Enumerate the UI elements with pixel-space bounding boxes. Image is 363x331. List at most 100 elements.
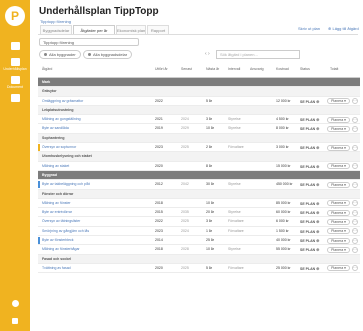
next-cell: 30 år xyxy=(206,182,214,187)
tab-report[interactable]: Rapport xyxy=(147,25,169,34)
plan-dropdown-button[interactable]: Planera ▾ xyxy=(327,209,350,216)
more-options-icon[interactable]: ⋯ xyxy=(352,237,358,244)
nav-item-logout[interactable] xyxy=(0,318,30,325)
column-header[interactable]: Totalt xyxy=(330,67,338,71)
table-row[interactable]: Omläggning av gräsmattor 2022 5 år 12 000 k… xyxy=(38,97,360,106)
year-cell: 2021 xyxy=(155,117,163,122)
table-row[interactable]: Översyn av soptunnor 2023 2025 2 år Förvalta… xyxy=(38,143,360,153)
nav-item-reports[interactable] xyxy=(0,94,30,103)
table-row[interactable]: Byte av sandlåda 2019 2029 10 år Styrelse 8 0… xyxy=(38,124,360,134)
plan-dropdown-button[interactable]: Planera ▾ xyxy=(327,237,350,244)
table-header: Åtgärd Utfört år Senast Nästa år Interva… xyxy=(38,63,360,78)
plan-dropdown-button[interactable]: Planera ▾ xyxy=(327,125,350,132)
filter-label: Alla byggnadsdelar xyxy=(93,52,128,57)
status-text: SE PLAN xyxy=(300,164,316,169)
column-header[interactable]: Intervall xyxy=(228,67,240,71)
status-icon: ⊕ xyxy=(316,219,320,225)
more-options-icon[interactable]: ⋯ xyxy=(352,98,358,105)
app-logo[interactable]: P xyxy=(5,6,25,26)
column-header[interactable]: Status xyxy=(300,67,310,71)
status-icon: ⊕ xyxy=(316,210,320,216)
nav-item-documents[interactable]: Dokument xyxy=(0,76,30,89)
action-name[interactable]: Tvättning av fasad xyxy=(42,264,71,273)
more-options-icon[interactable]: ⋯ xyxy=(352,181,358,188)
table-row[interactable]: Målning av fönsterbågar 2018 2028 10 år Styr… xyxy=(38,245,360,255)
add-action-link[interactable]: ⊕ Lägg till åtgärd xyxy=(328,26,359,31)
more-options-icon[interactable]: ⋯ xyxy=(352,116,358,123)
interval-cell: 2028 xyxy=(181,247,189,252)
plan-dropdown-button[interactable]: Planera ▾ xyxy=(327,163,350,170)
table-row[interactable]: Byte av entrédörrar 2015 2035 20 år Styrelse… xyxy=(38,208,360,218)
filter-building-parts[interactable]: Alla byggnadsdelar xyxy=(83,50,133,59)
more-options-icon[interactable]: ⋯ xyxy=(352,144,358,151)
table-row[interactable]: Översyn av tätningslister 2022 2025 3 år För… xyxy=(38,217,360,227)
plan-dropdown-button[interactable]: Planera ▾ xyxy=(327,246,350,253)
plan-dropdown-button[interactable]: Planera ▾ xyxy=(327,116,350,123)
tab-actions-per-year[interactable]: Åtgärder per år xyxy=(73,25,115,34)
interval-cell: 2035 xyxy=(181,210,189,215)
status-icon: ⊕ xyxy=(316,238,320,244)
table-row[interactable]: Byte av fönsterbleck 2014 25 år 40 000 kr SE… xyxy=(38,236,360,246)
filter-buildings[interactable]: Alla byggnader xyxy=(39,50,81,59)
table-row[interactable]: Målning av staket 2020 8 år 15 000 kr SE PLA… xyxy=(38,162,360,171)
status-icon: ⊕ xyxy=(316,265,320,271)
action-name[interactable]: Målning av gungställning xyxy=(42,115,81,124)
action-name[interactable]: Målning av staket xyxy=(42,162,69,171)
action-name[interactable]: Byte av entrédörrar xyxy=(42,208,72,217)
action-name[interactable]: Byte av fönsterbleck xyxy=(42,236,74,245)
nav-item-dashboard[interactable] xyxy=(0,42,30,51)
action-name[interactable]: Byte av sandlåda xyxy=(42,124,69,133)
plan-dropdown-button[interactable]: Planera ▾ xyxy=(327,218,350,225)
status-text: SE PLAN xyxy=(300,239,316,244)
table-section-header: Mark xyxy=(38,78,360,88)
table-row[interactable]: Målning av gungställning 2021 2024 3 år Styr… xyxy=(38,115,360,125)
action-name[interactable]: Översyn av soptunnor xyxy=(42,143,76,152)
table-row[interactable]: Smörjning av gångjärn och lås 2023 2024 1 å… xyxy=(38,227,360,237)
more-options-icon[interactable]: ⋯ xyxy=(352,209,358,216)
plan-dropdown-button[interactable]: Planera ▾ xyxy=(327,228,350,235)
action-name[interactable]: Smörjning av gångjärn och lås xyxy=(42,227,89,236)
tab-building-parts[interactable]: Byggnadsdelar xyxy=(40,25,72,34)
column-header[interactable]: Utfört år xyxy=(155,67,168,71)
action-name[interactable]: Målning av fönsterbågar xyxy=(42,245,80,254)
table-section-header: Byggnad xyxy=(38,170,360,181)
more-options-icon[interactable]: ⋯ xyxy=(352,228,358,235)
responsible-cell: Styrelse xyxy=(228,247,241,252)
column-header[interactable]: Kostnad xyxy=(276,67,289,71)
status-text: SE PLAN xyxy=(300,118,316,123)
column-header[interactable]: Ansvarig xyxy=(250,67,264,71)
tab-economic-plan[interactable]: Ekonomisk plan xyxy=(116,25,146,34)
more-options-icon[interactable]: ⋯ xyxy=(352,265,358,272)
print-plan-link[interactable]: Skriv ut plan xyxy=(298,26,320,31)
column-header[interactable]: Nästa år xyxy=(206,67,219,71)
more-options-icon[interactable]: ⋯ xyxy=(352,246,358,253)
column-header[interactable]: Åtgärd xyxy=(42,67,52,71)
plan-dropdown-button[interactable]: Planera ▾ xyxy=(327,200,350,207)
action-name[interactable]: Översyn av tätningslister xyxy=(42,217,80,226)
filter-dot-icon xyxy=(44,53,47,57)
action-name[interactable]: Omläggning av gräsmattor xyxy=(42,97,83,106)
plan-dropdown-button[interactable]: Planera ▾ xyxy=(327,181,350,188)
more-options-icon[interactable]: ⋯ xyxy=(352,163,358,170)
table-row[interactable]: Byte av takbeläggning och plåt 2012 2042 30… xyxy=(38,180,360,190)
more-options-icon[interactable]: ⋯ xyxy=(352,200,358,207)
plan-dropdown-button[interactable]: Planera ▾ xyxy=(327,98,350,105)
table-search-input[interactable]: Sök åtgärd i planen... xyxy=(216,50,300,59)
association-select[interactable]: Tipptopp förening xyxy=(39,38,139,46)
more-options-icon[interactable]: ⋯ xyxy=(352,125,358,132)
column-header[interactable]: Senast xyxy=(181,67,192,71)
year-cell: 2014 xyxy=(155,238,163,243)
status-text: SE PLAN xyxy=(300,146,316,151)
action-name[interactable]: Målning av fönster xyxy=(42,199,71,208)
plan-dropdown-button[interactable]: Planera ▾ xyxy=(327,144,350,151)
table-row[interactable]: Målning av fönster 2018 10 år 85 000 kr SE P… xyxy=(38,199,360,209)
tab-bar: Byggnadsdelar Åtgärder per år Ekonomisk … xyxy=(38,24,359,35)
plan-dropdown-button[interactable]: Planera ▾ xyxy=(327,265,350,272)
paging-arrows[interactable]: ‹ › xyxy=(205,50,210,59)
table-row[interactable]: Tvättning av fasad 2020 2025 5 år Förvaltare… xyxy=(38,264,360,274)
more-options-icon[interactable]: ⋯ xyxy=(352,218,358,225)
action-name[interactable]: Byte av takbeläggning och plåt xyxy=(42,180,90,189)
nav-item-maintenance-plan[interactable]: Underhållsplan xyxy=(0,58,30,71)
cost-cell: 1 500 kr xyxy=(276,228,289,233)
nav-item-user[interactable] xyxy=(0,300,30,308)
